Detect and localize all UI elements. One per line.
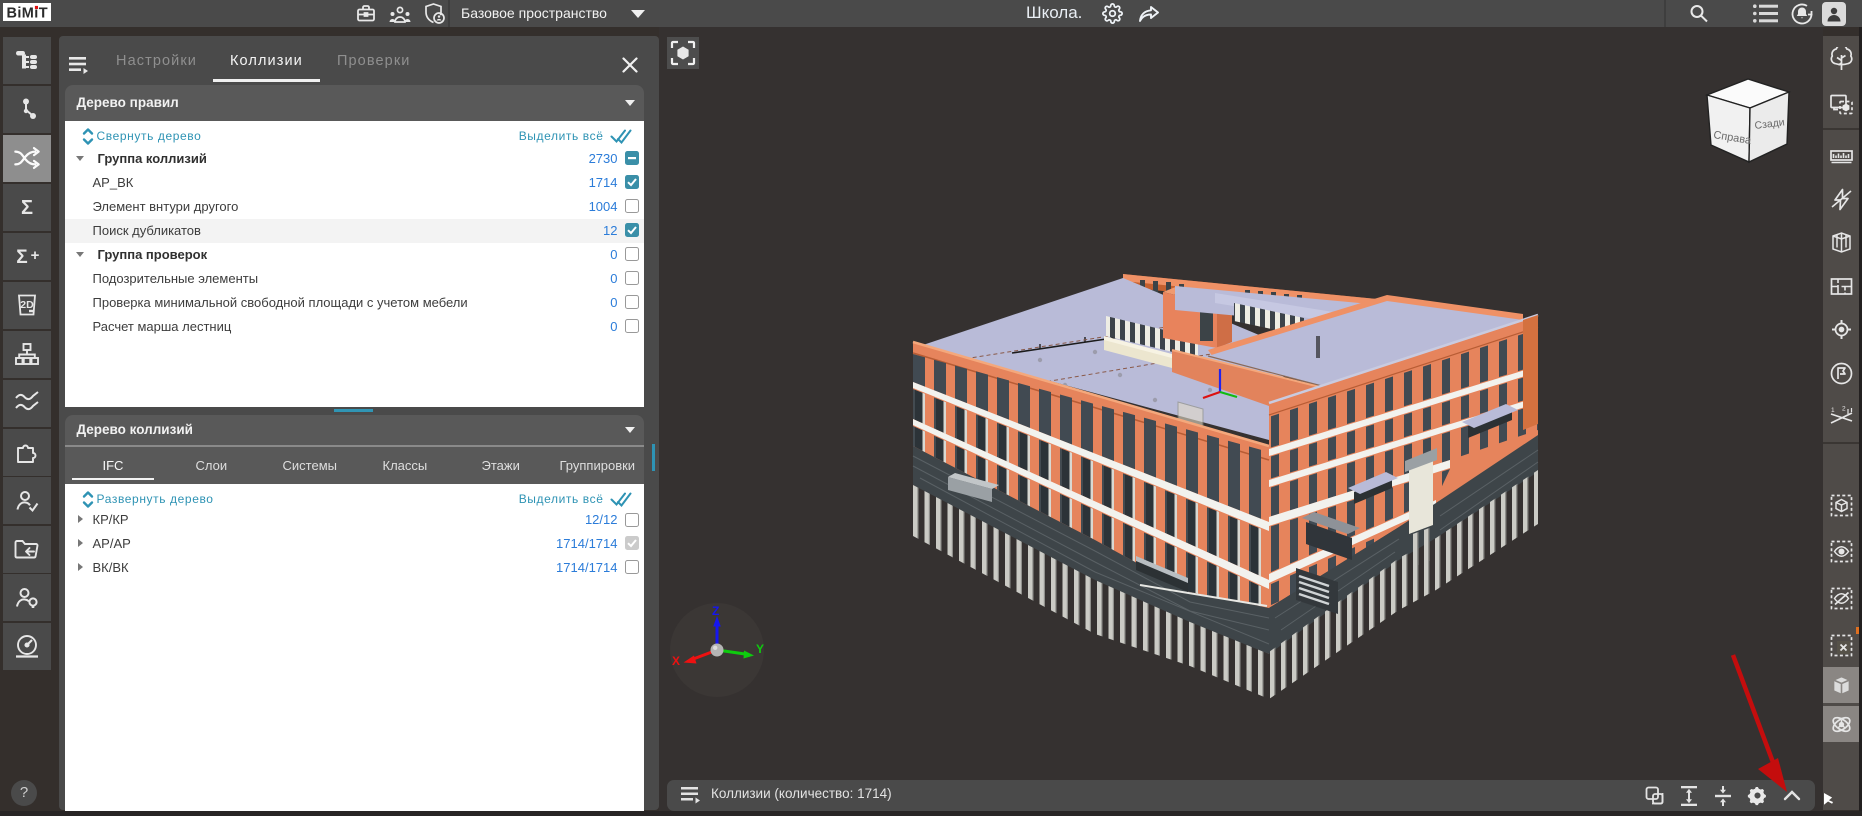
svg-text:BiMiT: BiMiT — [7, 5, 48, 21]
svg-text:Σ: Σ — [21, 197, 33, 219]
svg-text:2: 2 — [1842, 405, 1846, 412]
svg-text:2D: 2D — [20, 299, 34, 311]
svg-text:1: 1 — [1831, 407, 1835, 414]
svg-text:Y: Y — [756, 642, 764, 656]
svg-text:Z: Z — [712, 604, 719, 618]
svg-text:Σ: Σ — [16, 247, 27, 268]
svg-text:+: + — [31, 247, 40, 264]
svg-text:X: X — [672, 654, 680, 668]
